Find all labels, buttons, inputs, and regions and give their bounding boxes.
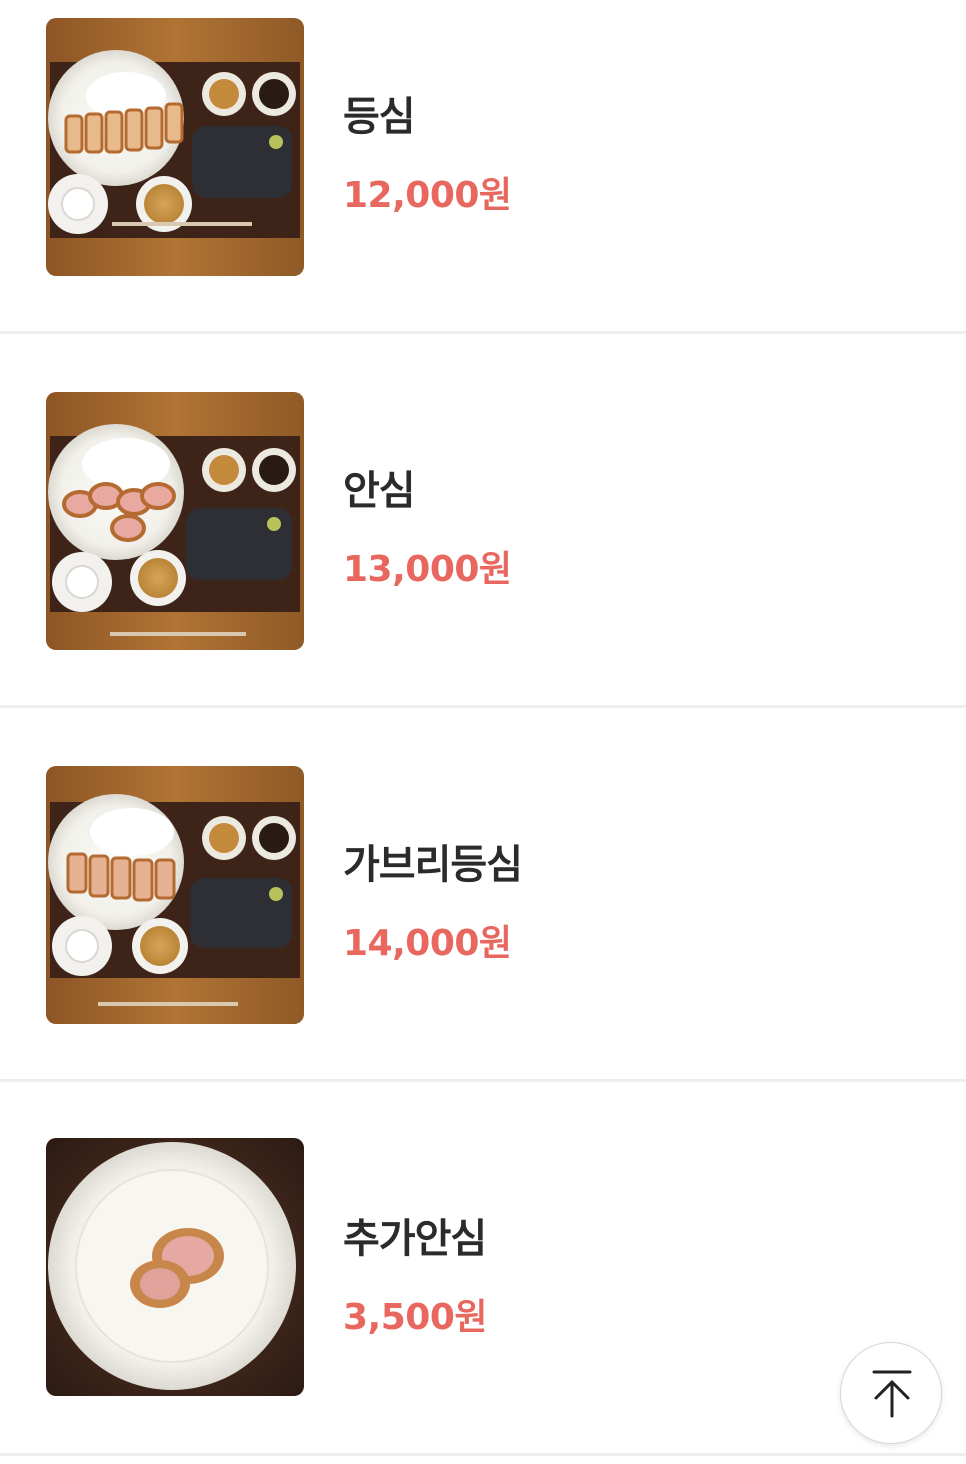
divider (0, 1453, 966, 1456)
menu-item[interactable]: 안심 13,000원 (0, 334, 966, 708)
menu-item-name: 추가안심 (343, 1216, 487, 1262)
menu-item-photo[interactable] (46, 392, 304, 650)
tonkatsu-set-photo (46, 766, 304, 1024)
menu-item-name: 안심 (343, 468, 416, 514)
menu-item[interactable]: 가브리등심 14,000원 (0, 708, 966, 1082)
menu-item-name: 가브리등심 (343, 842, 523, 888)
menu-list: 등심 12,000원 안심 13,000원 가브리등심 14,000원 추가안심… (0, 0, 966, 1464)
menu-item-price: 13,000원 (343, 549, 512, 590)
menu-item-photo[interactable] (46, 18, 304, 276)
menu-item-photo[interactable] (46, 1138, 304, 1396)
menu-item[interactable]: 추가안심 3,500원 (0, 1082, 966, 1456)
menu-item-name: 등심 (343, 94, 416, 140)
menu-item-photo[interactable] (46, 766, 304, 1024)
menu-item-price: 14,000원 (343, 923, 512, 964)
tonkatsu-set-photo (46, 392, 304, 650)
menu-item-price: 12,000원 (343, 175, 512, 216)
tonkatsu-set-photo (46, 18, 304, 276)
scroll-to-top-button[interactable] (840, 1342, 942, 1444)
arrow-up-to-top-icon (872, 1370, 912, 1418)
menu-item[interactable]: 등심 12,000원 (0, 0, 966, 334)
menu-item-price: 3,500원 (343, 1297, 488, 1338)
extra-tenderloin-photo (46, 1138, 304, 1396)
